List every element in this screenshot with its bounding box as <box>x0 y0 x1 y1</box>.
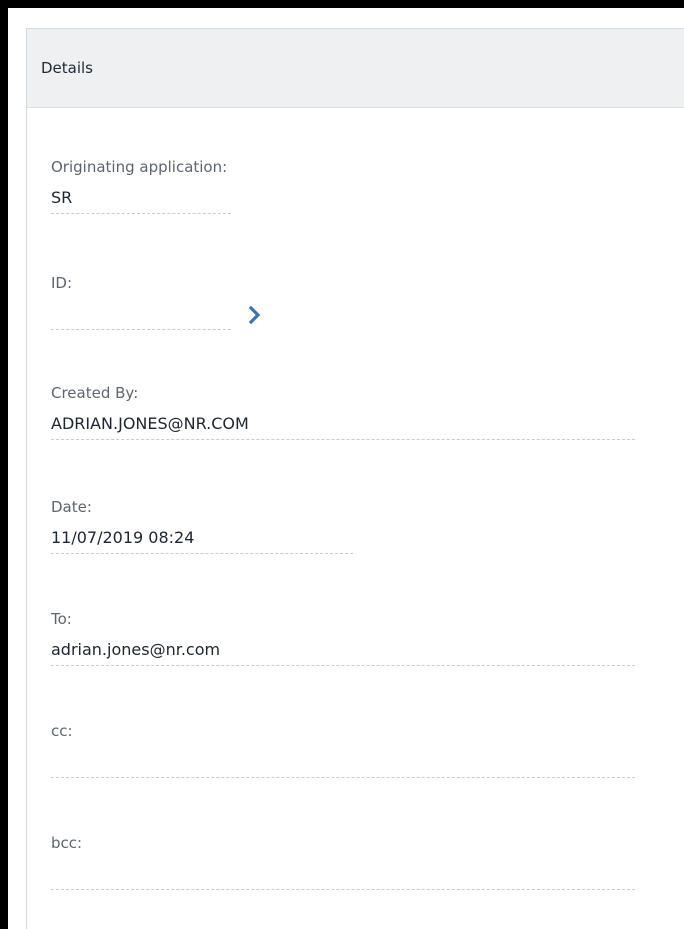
field-underline <box>51 439 635 440</box>
field-bcc: bcc: <box>51 833 635 890</box>
details-panel: Details Originating application: SR ID: … <box>26 28 684 929</box>
field-date: Date: 11/07/2019 08:24 <box>51 497 353 554</box>
field-underline <box>51 777 635 778</box>
panel-title: Details <box>41 59 94 77</box>
window-frame: Details Originating application: SR ID: … <box>8 8 684 929</box>
id-navigate-button[interactable] <box>243 303 267 327</box>
field-cc: cc: <box>51 721 635 778</box>
chevron-right-icon <box>248 306 261 324</box>
field-label: bcc: <box>51 834 83 852</box>
field-underline <box>51 889 635 890</box>
field-value <box>51 303 231 325</box>
field-originating-application: Originating application: SR <box>51 157 231 214</box>
field-id: ID: <box>51 273 261 330</box>
field-label: ID: <box>51 274 73 292</box>
field-label: Date: <box>51 498 92 516</box>
field-value: SR <box>51 188 73 207</box>
field-created-by: Created By: ADRIAN.JONES@NR.COM <box>51 383 635 440</box>
field-label: To: <box>51 610 72 628</box>
details-panel-header: Details <box>27 29 684 108</box>
field-value <box>51 751 635 773</box>
field-value: 11/07/2019 08:24 <box>51 528 195 547</box>
field-to: To: adrian.jones@nr.com <box>51 609 635 666</box>
field-underline <box>51 213 231 214</box>
field-label: cc: <box>51 722 73 740</box>
field-value: adrian.jones@nr.com <box>51 640 221 659</box>
field-underline <box>51 665 635 666</box>
field-underline <box>51 553 353 554</box>
field-value: ADRIAN.JONES@NR.COM <box>51 414 249 433</box>
field-label: Created By: <box>51 384 139 402</box>
field-underline <box>51 329 231 330</box>
field-label: Originating application: <box>51 158 228 176</box>
field-value <box>51 863 635 885</box>
